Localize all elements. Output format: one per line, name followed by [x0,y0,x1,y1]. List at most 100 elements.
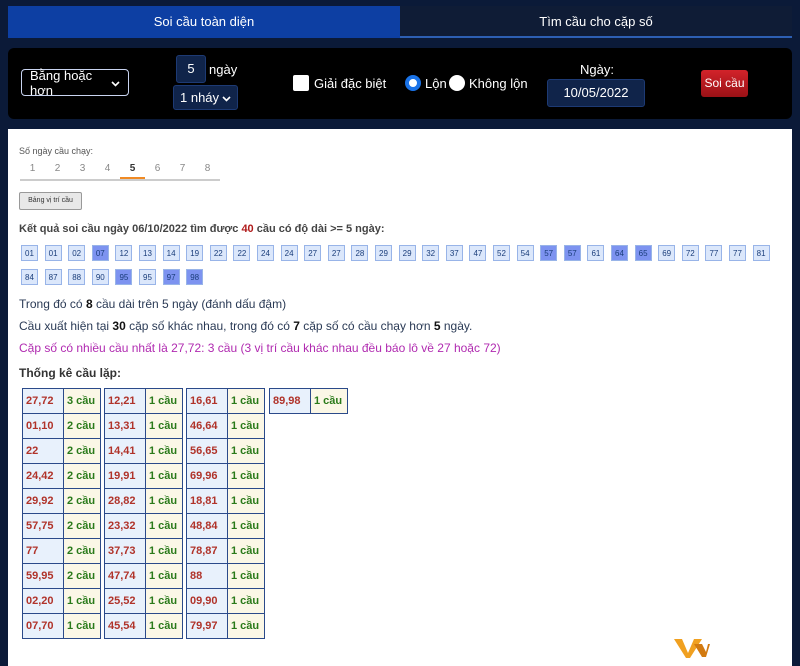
result-chip[interactable]: 01 [44,245,62,261]
result-chip[interactable]: 87 [44,269,62,285]
table-row: 25,52 1 cầu [104,588,183,614]
pair-cell: 14,41 [104,438,146,464]
result-chip[interactable]: 07 [91,245,109,261]
result-chip[interactable]: 37 [445,245,463,261]
result-chip[interactable]: 64 [611,245,628,261]
pair-cell: 16,61 [186,388,228,414]
pair-cell: 57,75 [22,513,64,539]
table-row: 23,32 1 cầu [104,513,183,539]
jump-select[interactable]: 1 nháy [173,85,238,110]
date-input[interactable]: 10/05/2022 [547,79,645,107]
table-row: 88 1 cầu [186,563,265,589]
result-chip[interactable]: 32 [422,245,440,261]
result-chip[interactable]: 52 [493,245,510,261]
result-chip[interactable]: 90 [91,269,109,285]
day-tab-2[interactable]: 2 [45,162,70,176]
summary-line-3: Cặp số có nhiều cầu nhất là 27,72: 3 cầu… [19,341,501,355]
result-chip[interactable]: 14 [162,245,180,261]
day-tab-5[interactable]: 5 [120,162,145,179]
position-table-button[interactable]: Bảng vị trí cầu [19,192,82,210]
table-row: 22 2 cầu [22,438,101,464]
table-row: 29,92 2 cầu [22,488,101,514]
table-row: 77 2 cầu [22,538,101,564]
count-cell: 1 cầu [63,588,101,614]
pair-cell: 09,90 [186,588,228,614]
chevron-down-icon [111,75,120,90]
days-input[interactable]: 5 [176,55,206,83]
result-chip[interactable]: 95 [139,269,156,285]
pair-cell: 79,97 [186,613,228,639]
result-chip[interactable]: 29 [398,245,416,261]
special-prize-checkbox[interactable] [293,75,309,91]
jump-select-value: 1 nháy [180,90,220,105]
result-prefix: Kết quả soi cầu ngày 06/10/2022 tìm được [19,223,242,235]
result-chip[interactable]: 27 [304,245,322,261]
result-chip[interactable]: 24 [280,245,298,261]
count-cell: 1 cầu [227,463,265,489]
result-chip[interactable]: 22 [209,245,227,261]
count-cell: 1 cầu [145,513,183,539]
result-chip[interactable]: 95 [115,269,133,285]
result-chip[interactable]: 19 [186,245,204,261]
count-cell: 2 cầu [63,488,101,514]
result-chip[interactable]: 57 [563,245,581,261]
result-chip[interactable]: 13 [139,245,156,261]
result-chip[interactable]: 29 [375,245,392,261]
line2-a: Cầu xuất hiện tại [19,319,113,333]
result-chip[interactable]: 72 [681,245,699,261]
day-tab-7[interactable]: 7 [170,162,195,176]
result-chip[interactable]: 97 [162,269,180,285]
count-cell: 1 cầu [227,513,265,539]
days-run-title: Số ngày cầu chạy: [19,146,94,156]
result-chip[interactable]: 61 [587,245,605,261]
result-chip[interactable]: 02 [68,245,86,261]
result-chip[interactable]: 65 [634,245,652,261]
tab-soi-cau-toan-dien[interactable]: Soi cầu toàn diện [8,6,400,38]
result-chip[interactable]: 22 [233,245,251,261]
day-tab-3[interactable]: 3 [70,162,95,176]
result-chip[interactable]: 27 [327,245,345,261]
stat-table-4: 89,98 1 cầu [269,388,348,414]
result-chip[interactable]: 69 [658,245,676,261]
mode-select[interactable]: Bằng hoặc hơn [21,68,129,98]
table-row: 48,84 1 cầu [186,513,265,539]
tab-tim-cau-cho-cap-so[interactable]: Tìm cầu cho cặp số [400,6,792,38]
soi-cau-button[interactable]: Soi cầu [701,70,748,97]
day-tab-8[interactable]: 8 [195,162,220,176]
day-tab-1[interactable]: 1 [20,162,45,176]
result-chip[interactable]: 54 [516,245,534,261]
result-chip[interactable]: 24 [257,245,274,261]
day-tab-4[interactable]: 4 [95,162,120,176]
count-cell: 1 cầu [227,413,265,439]
table-row: 46,64 1 cầu [186,413,265,439]
table-row: 14,41 1 cầu [104,438,183,464]
count-cell: 2 cầu [63,563,101,589]
result-chip[interactable]: 81 [752,245,770,261]
count-cell: 1 cầu [63,613,101,639]
line2-e: cặp số có cầu chạy hơn [299,319,434,333]
stat-table-3: 16,61 1 cầu 46,64 1 cầu 56,65 1 cầu 69,96 1 cầu… [186,388,265,639]
radio-khong-lon[interactable] [449,75,465,91]
table-row: 47,74 1 cầu [104,563,183,589]
day-tab-6[interactable]: 6 [145,162,170,176]
pair-cell: 37,73 [104,538,146,564]
pair-cell: 46,64 [186,413,228,439]
summary-line-2: Cầu xuất hiện tại 30 cặp số khác nhau, t… [19,319,472,333]
result-chip[interactable]: 98 [186,269,204,285]
radio-lon[interactable] [405,75,421,91]
result-chip[interactable]: 84 [21,269,38,285]
result-chip[interactable]: 47 [469,245,487,261]
pair-cell: 45,54 [104,613,146,639]
result-chip[interactable]: 57 [540,245,558,261]
pair-cell: 59,95 [22,563,64,589]
table-row: 79,97 1 cầu [186,613,265,639]
result-chip[interactable]: 77 [705,245,723,261]
result-chip[interactable]: 01 [21,245,38,261]
result-chip[interactable]: 88 [68,269,86,285]
table-row: 12,21 1 cầu [104,388,183,414]
result-chip[interactable]: 77 [729,245,746,261]
result-chip[interactable]: 12 [115,245,133,261]
table-row: 45,54 1 cầu [104,613,183,639]
count-cell: 1 cầu [145,538,183,564]
result-chip[interactable]: 28 [351,245,369,261]
